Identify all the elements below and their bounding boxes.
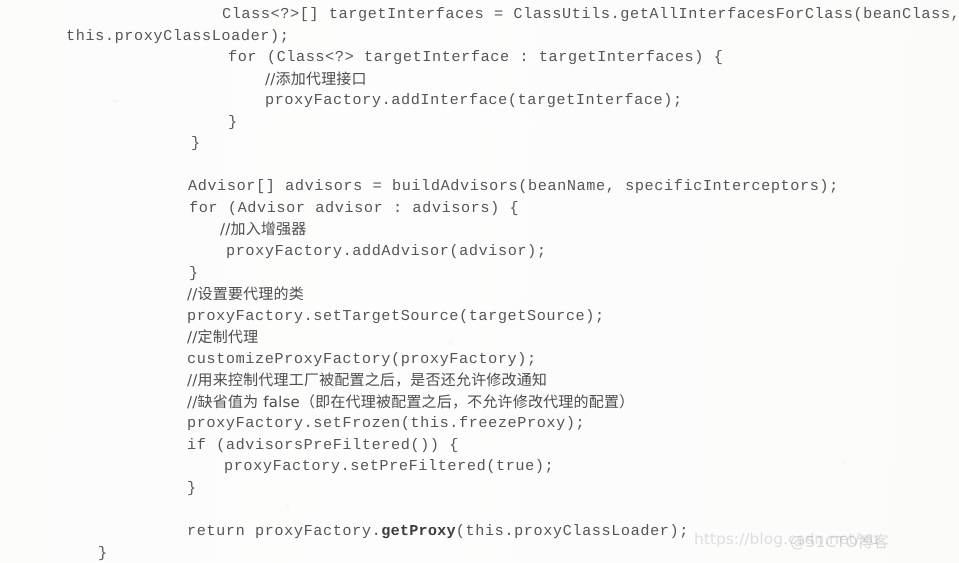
code-comment: //定制代理 — [187, 328, 259, 347]
code-comment: //加入增强器 — [220, 220, 307, 239]
code-text: proxyFactory.setTargetSource(targetSourc… — [187, 306, 605, 325]
code-line: } — [0, 112, 959, 134]
code-line: proxyFactory.setTargetSource(targetSourc… — [0, 306, 959, 328]
code-line: //添加代理接口 — [0, 69, 959, 91]
code-line: //缺省值为 false（即在代理被配置之后，不允许修改代理的配置） — [0, 392, 959, 414]
code-line: proxyFactory.addInterface(targetInterfac… — [0, 90, 959, 112]
code-line: proxyFactory.addAdvisor(advisor); — [0, 241, 959, 263]
code-text: customizeProxyFactory(proxyFactory); — [187, 349, 537, 368]
code-line: proxyFactory.setPreFiltered(true); — [0, 456, 959, 478]
code-text: } — [191, 134, 201, 153]
code-text: Class<?>[] targetInterfaces = ClassUtils… — [222, 5, 959, 23]
code-text: Advisor[] advisors = buildAdvisors(beanN… — [188, 177, 839, 196]
code-line: for (Class<?> targetInterface : targetIn… — [0, 47, 959, 69]
code-text: } — [187, 479, 197, 498]
code-text: proxyFactory.setFrozen(this.freezeProxy)… — [187, 414, 586, 433]
code-text: } — [228, 112, 238, 131]
code-text: proxyFactory.setPreFiltered(true); — [224, 457, 555, 476]
code-listing: Class<?>[] targetInterfaces = ClassUtils… — [0, 0, 959, 563]
code-line: //设置要代理的类 — [0, 284, 959, 306]
code-comment: //用来控制代理工厂被配置之后，是否还允许修改通知 — [187, 371, 548, 390]
code-line: } — [0, 478, 959, 500]
code-line: if (advisorsPreFiltered()) { — [0, 435, 959, 457]
code-line: return proxyFactory.getProxy(this.proxyC… — [0, 521, 959, 543]
code-text: proxyFactory.addInterface(targetInterfac… — [265, 91, 683, 110]
code-line: Advisor[] advisors = buildAdvisors(beanN… — [0, 176, 959, 198]
code-line: Class<?>[] targetInterfaces = ClassUtils… — [0, 4, 959, 26]
code-line: //定制代理 — [0, 327, 959, 349]
code-line: for (Advisor advisor : advisors) { — [0, 198, 959, 220]
code-line: } — [0, 133, 959, 155]
code-line: //加入增强器 — [0, 219, 959, 241]
code-line: } — [0, 543, 959, 563]
code-line: //用来控制代理工厂被配置之后，是否还允许修改通知 — [0, 370, 959, 392]
code-line: proxyFactory.setFrozen(this.freezeProxy)… — [0, 413, 959, 435]
code-line: customizeProxyFactory(proxyFactory); — [0, 349, 959, 371]
code-text: proxyFactory.addAdvisor(advisor); — [226, 242, 547, 261]
code-text: for (Class<?> targetInterface : targetIn… — [228, 48, 724, 67]
code-line: this.proxyClassLoader); — [0, 26, 959, 48]
code-comment: //添加代理接口 — [265, 69, 367, 88]
code-text: for (Advisor advisor : advisors) { — [189, 198, 520, 217]
code-text: return proxyFactory. — [187, 522, 382, 541]
code-text: } — [189, 263, 199, 282]
code-comment: //缺省值为 false（即在代理被配置之后，不允许修改代理的配置） — [187, 392, 635, 411]
code-text: if (advisorsPreFiltered()) { — [187, 435, 459, 454]
code-screenshot-page: Class<?>[] targetInterfaces = ClassUtils… — [0, 0, 959, 563]
code-comment: //设置要代理的类 — [187, 285, 304, 304]
code-text: } — [98, 543, 108, 562]
code-text-tail: (this.proxyClassLoader); — [455, 522, 689, 541]
code-text: this.proxyClassLoader); — [66, 26, 290, 45]
code-line: } — [0, 263, 959, 285]
code-emphasised-method: getProxy — [381, 522, 456, 541]
